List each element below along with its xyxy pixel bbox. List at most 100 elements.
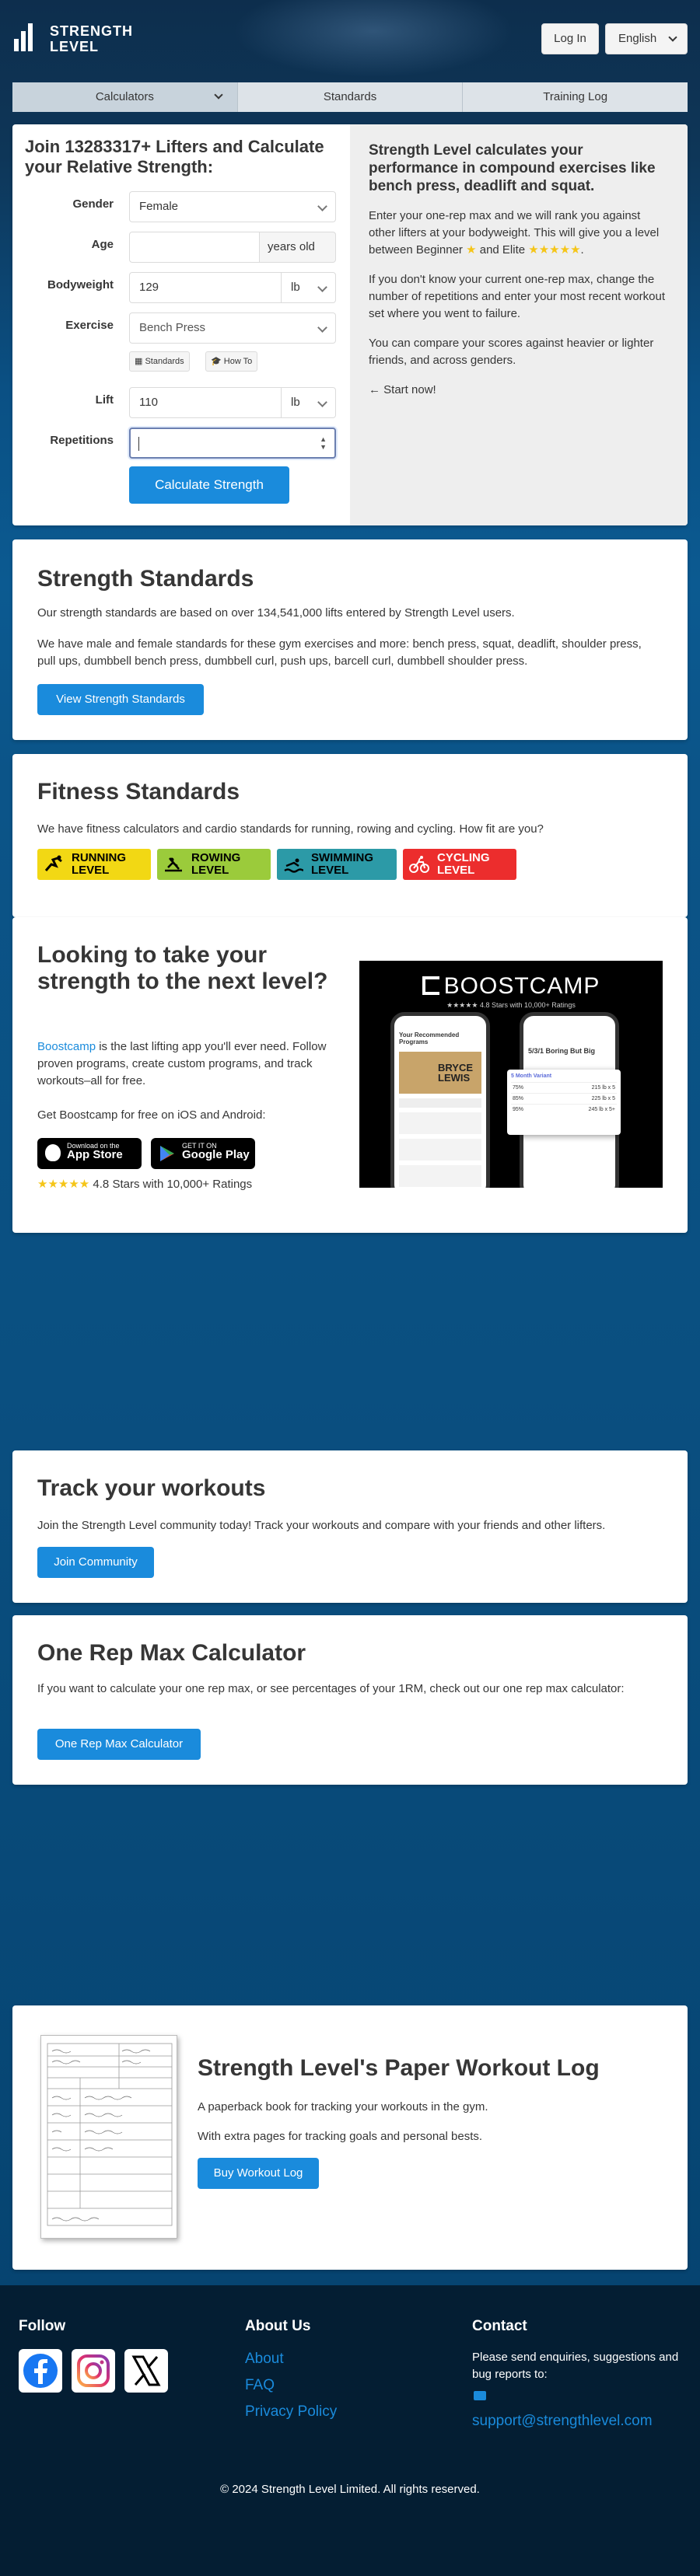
- phone2-cell: 225 lb x 5: [591, 1096, 615, 1101]
- stepper-icon[interactable]: ▲ ▼: [320, 435, 327, 451]
- top-nav: STRENGTH LEVEL Log In English: [0, 0, 700, 78]
- cycling-level-badge[interactable]: CYCLING LEVEL: [403, 849, 516, 880]
- gender-label: Gender: [72, 197, 114, 211]
- contact-text: Please send enquiries, suggestions and b…: [472, 2351, 679, 2381]
- age-label: Age: [91, 238, 114, 251]
- lift-unit: lb: [291, 396, 300, 409]
- phone2-row: 85% 225 lb x 5: [511, 1093, 617, 1104]
- chevron-down-icon: [317, 323, 327, 333]
- five-stars-icon: ★★★★★: [37, 1178, 90, 1191]
- swimming-level-badge[interactable]: SWIMMING LEVEL: [277, 849, 397, 880]
- google-play-button[interactable]: GET IT ON Google Play: [151, 1138, 255, 1169]
- promo-workout-popup: 5 Month Variant 75% 215 lb x 5 85% 225 lb x…: [507, 1070, 621, 1135]
- bodyweight-unit: lb: [291, 281, 300, 294]
- intro-paragraph-3: You can compare your scores against heav…: [369, 337, 654, 367]
- intro-p1-end: .: [580, 243, 584, 257]
- footer-link-about[interactable]: About: [245, 2351, 284, 2368]
- strength-standards-text-2: We have male and female standards for th…: [37, 637, 642, 668]
- chevron-down-icon: [317, 397, 327, 407]
- view-strength-standards-button[interactable]: View Strength Standards: [37, 684, 204, 715]
- boostcamp-description: Boostcamp is the last lifting app you'll…: [37, 1038, 356, 1090]
- repetitions-input[interactable]: ▲ ▼: [129, 428, 336, 459]
- badge-rowing-line1: ROWING: [191, 851, 241, 864]
- one-rep-max-button[interactable]: One Rep Max Calculator: [37, 1729, 201, 1760]
- repetitions-label: Repetitions: [50, 434, 114, 447]
- copyright: © 2024 Strength Level Limited. All right…: [220, 2483, 480, 2496]
- age-input[interactable]: [129, 232, 260, 263]
- intro-paragraph-2: If you don't know your current one-rep m…: [369, 273, 666, 320]
- footer-background: [0, 2285, 700, 2576]
- standards-button[interactable]: ▦ Standards: [129, 351, 190, 372]
- logo[interactable]: STRENGTH LEVEL: [12, 22, 133, 56]
- logo-line-2: LEVEL: [50, 39, 100, 54]
- phone2-cell: 85%: [513, 1096, 524, 1101]
- five-stars-icon: ★★★★★: [528, 243, 581, 257]
- bodyweight-unit-select[interactable]: lb: [281, 272, 336, 303]
- instagram-icon[interactable]: [72, 2349, 115, 2393]
- badge-cycling-line2: LEVEL: [437, 864, 475, 877]
- phone2-cell: 75%: [513, 1085, 524, 1091]
- join-community-button[interactable]: Join Community: [37, 1547, 154, 1578]
- follow-heading: Follow: [19, 2318, 66, 2334]
- standards-button-label: Standards: [145, 357, 184, 366]
- phone1-title: Your Recommended Programs: [399, 1031, 460, 1045]
- app-store-button[interactable]: Download on the App Store: [37, 1138, 142, 1169]
- badge-cycling-line1: CYCLING: [437, 851, 490, 864]
- boostcamp-link[interactable]: Boostcamp: [37, 1040, 96, 1053]
- logo-text: STRENGTH LEVEL: [50, 23, 133, 54]
- exercise-value: Bench Press: [139, 321, 206, 334]
- facebook-icon[interactable]: [19, 2349, 62, 2393]
- lift-input[interactable]: 110: [129, 387, 282, 418]
- promo-phone-left: Your Recommended Programs BRYCE LEWIS: [390, 1012, 490, 1188]
- chevron-down-icon: [317, 282, 327, 292]
- footer-link-faq[interactable]: FAQ: [245, 2377, 275, 2394]
- tab-training-log[interactable]: Training Log: [463, 82, 688, 112]
- exercise-label: Exercise: [65, 319, 114, 332]
- buy-workout-log-button[interactable]: Buy Workout Log: [198, 2158, 319, 2189]
- running-level-badge[interactable]: RUNNING LEVEL: [37, 849, 151, 880]
- track-workouts-text: Join the Strength Level community today!…: [37, 1519, 606, 1532]
- calculator-title: Join 13283317+ Lifters and Calculate you…: [25, 137, 324, 176]
- boostcamp-card: Looking to take your strength to the nex…: [12, 917, 688, 1233]
- lift-unit-select[interactable]: lb: [281, 387, 336, 418]
- calculator-form: Join 13283317+ Lifters and Calculate you…: [12, 124, 350, 525]
- calculate-strength-button[interactable]: Calculate Strength: [129, 466, 289, 504]
- strength-standards-card: Strength Standards Our strength standard…: [12, 539, 688, 740]
- workout-log-book-image[interactable]: [40, 2035, 177, 2239]
- tab-calculators[interactable]: Calculators: [12, 82, 238, 112]
- gender-value: Female: [139, 200, 179, 213]
- one-rep-max-title: One Rep Max Calculator: [37, 1640, 306, 1666]
- rowing-level-badge[interactable]: ROWING LEVEL: [157, 849, 271, 880]
- tab-standards[interactable]: Standards: [237, 82, 464, 112]
- logo-icon: [12, 22, 47, 56]
- gender-select[interactable]: Female: [129, 191, 336, 222]
- age-unit: years old: [259, 232, 336, 263]
- boostcamp-promo-image[interactable]: BOOSTCAMP ★★★★★ 4.8 Stars with 10,000+ R…: [359, 961, 663, 1188]
- one-rep-max-text: If you want to calculate your one rep ma…: [37, 1682, 625, 1695]
- how-to-button[interactable]: 🎓 How To: [205, 351, 258, 372]
- google-play-icon: [160, 1146, 174, 1161]
- swimmer-icon: [284, 858, 303, 873]
- table-icon: ▦: [135, 357, 145, 366]
- how-to-button-label: How To: [223, 357, 253, 366]
- x-twitter-icon[interactable]: [124, 2349, 168, 2393]
- start-now-text: ← Start now!: [369, 383, 436, 396]
- footer-link-privacy[interactable]: Privacy Policy: [245, 2403, 337, 2421]
- boostcamp-rating: ★★★★★ 4.8 Stars with 10,000+ Ratings: [37, 1177, 252, 1191]
- promo-brand: BOOSTCAMP: [359, 973, 663, 1000]
- login-button[interactable]: Log In: [541, 23, 599, 54]
- badge-rowing-line2: LEVEL: [191, 864, 229, 877]
- contact-heading: Contact: [472, 2318, 527, 2334]
- exercise-select[interactable]: Bench Press: [129, 312, 336, 344]
- contact-email-link[interactable]: support@strengthlevel.com: [472, 2413, 653, 2430]
- language-select[interactable]: English: [605, 23, 688, 54]
- main-tabs: Calculators Standards Training Log: [12, 82, 688, 112]
- calculator-intro: Strength Level calculates your performan…: [350, 124, 688, 525]
- log-page-lines: [47, 2043, 173, 2226]
- one-rep-max-card: One Rep Max Calculator If you want to ca…: [12, 1615, 688, 1785]
- fitness-standards-title: Fitness Standards: [37, 779, 240, 805]
- logo-line-1: STRENGTH: [50, 23, 133, 39]
- fitness-standards-card: Fitness Standards We have fitness calcul…: [12, 754, 688, 917]
- phone2-rows: 75% 215 lb x 5 85% 225 lb x 5 95% 245 lb x 5+: [511, 1082, 617, 1115]
- bodyweight-input[interactable]: 129: [129, 272, 282, 303]
